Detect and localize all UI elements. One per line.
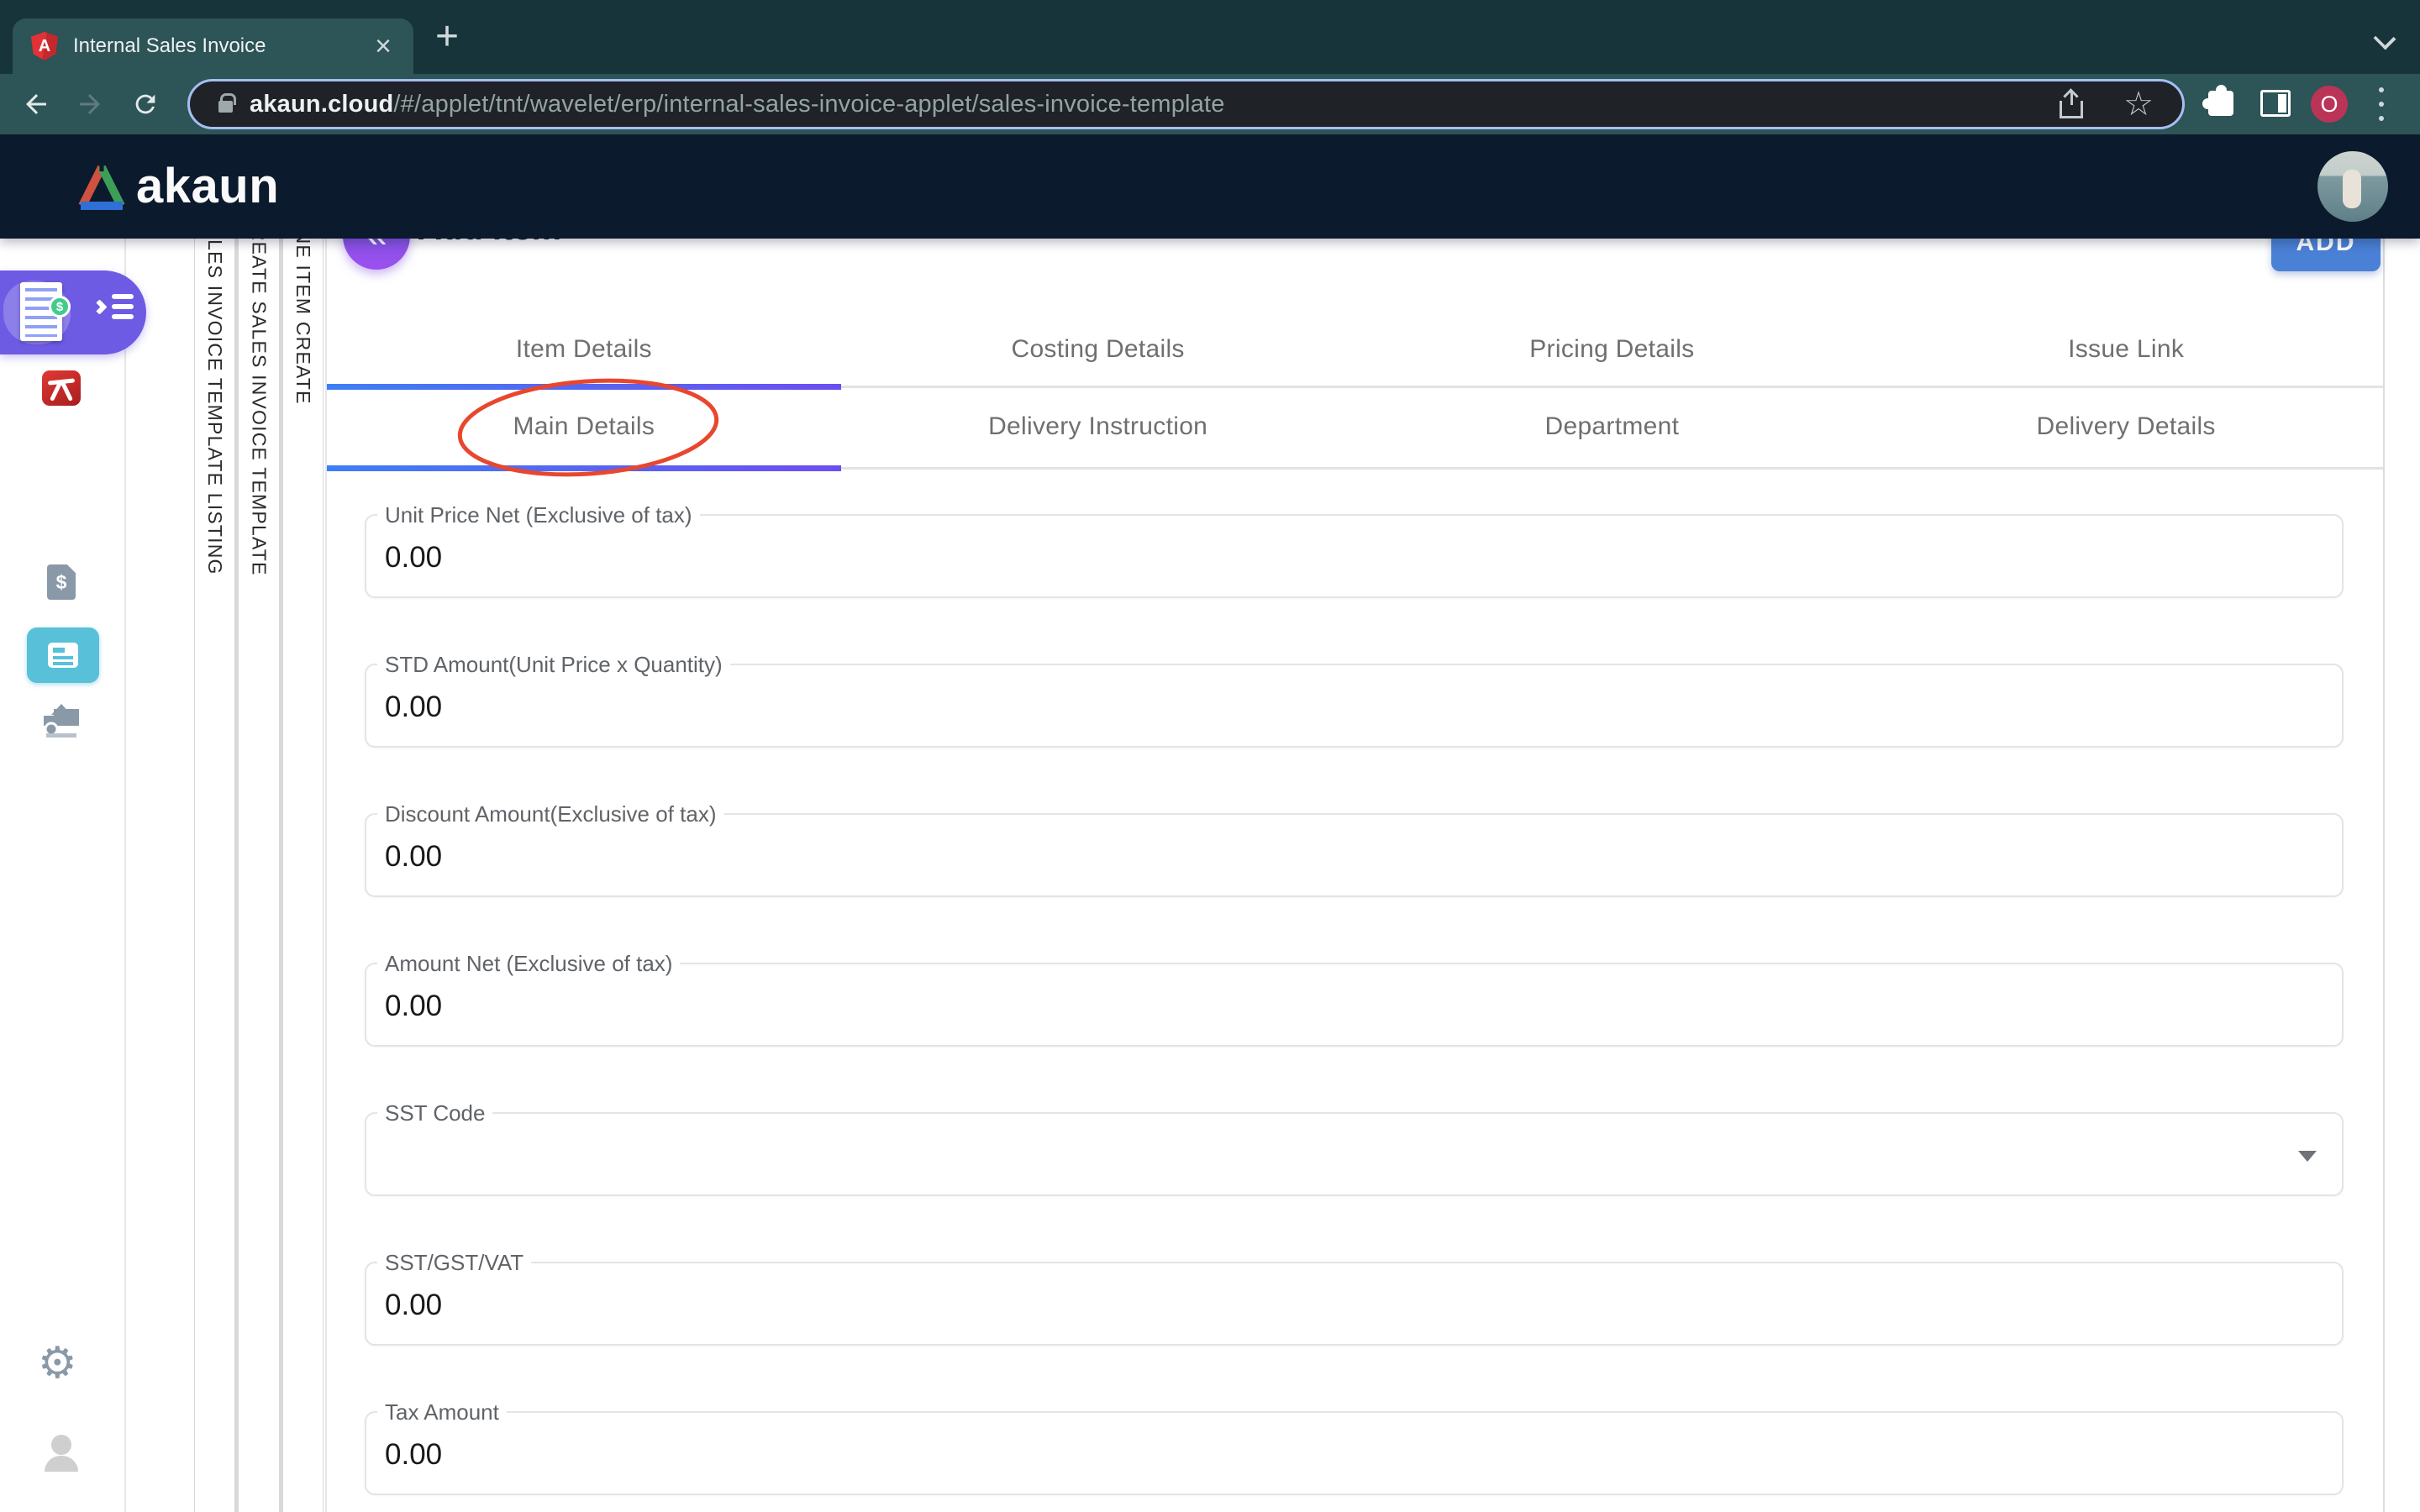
vertical-tab-line-item-create[interactable]: LINE ITEM CREATE (283, 202, 323, 1512)
expand-menu-icon[interactable] (94, 294, 134, 319)
sidebar-item-da-logo-icon[interactable] (42, 370, 81, 406)
form-fields: Unit Price Net (Exclusive of tax) 0.00 S… (365, 514, 2344, 1512)
field-value: 0.00 (385, 840, 442, 874)
field-label: SST/GST/VAT (377, 1250, 531, 1276)
discount-amount-field[interactable]: Discount Amount(Exclusive of tax) 0.00 (365, 813, 2344, 897)
tab-underline-secondary (327, 465, 2383, 472)
sidebar-item-upload-icon[interactable] (45, 704, 78, 743)
app-header: akaun (0, 134, 2420, 239)
tab-close-icon[interactable]: × (371, 32, 395, 60)
browser-tab[interactable]: A Internal Sales Invoice × (13, 18, 413, 74)
field-label: STD Amount(Unit Price x Quantity) (377, 652, 730, 678)
tab-delivery-instruction[interactable]: Delivery Instruction (841, 392, 1355, 461)
vertical-tab-label: CREATE SALES INVOICE TEMPLATE (247, 212, 270, 1512)
tab-delivery-details[interactable]: Delivery Details (1869, 392, 2383, 461)
sst-code-select[interactable]: SST Code (365, 1112, 2344, 1196)
tab-pricing-details[interactable]: Pricing Details (1355, 315, 1870, 384)
browser-menu-icon[interactable] (2378, 87, 2385, 121)
vertical-tab-strip: SALES INVOICE TEMPLATE LISTING CREATE SA… (194, 202, 324, 1512)
field-value: 0.00 (385, 690, 442, 724)
sidebar-item-invoice-document-icon[interactable]: $ (47, 564, 76, 600)
field-value: 0.00 (385, 990, 442, 1023)
url-text[interactable]: akaun.cloud/#/applet/tnt/wavelet/erp/int… (250, 91, 1225, 118)
field-label: SST Code (377, 1100, 492, 1126)
sst-gst-vat-field[interactable]: SST/GST/VAT 0.00 (365, 1262, 2344, 1346)
tab-search-chevron-icon[interactable] (2374, 28, 2396, 50)
user-avatar[interactable] (2317, 151, 2388, 222)
vertical-tab-sales-invoice-template-listing[interactable]: SALES INVOICE TEMPLATE LISTING (195, 202, 234, 1512)
std-amount-field[interactable]: STD Amount(Unit Price x Quantity) 0.00 (365, 664, 2344, 748)
akaun-logo[interactable]: akaun (74, 158, 279, 214)
tab-row-secondary: Main Details Delivery Instruction Depart… (327, 392, 2383, 461)
tab-underline-primary (327, 384, 2383, 391)
back-nav-icon[interactable] (20, 88, 52, 120)
tab-item-details[interactable]: Item Details (327, 315, 841, 384)
brand-name: akaun (136, 158, 279, 214)
field-label: Amount Net (Exclusive of tax) (377, 951, 680, 977)
sidebar-item-profile-icon[interactable] (43, 1435, 80, 1472)
url-path: /#/applet/tnt/wavelet/erp/internal-sales… (393, 91, 1224, 118)
vertical-tab-label: LINE ITEM CREATE (292, 212, 314, 1512)
tax-amount-field[interactable]: Tax Amount 0.00 (365, 1411, 2344, 1495)
url-domain: akaun.cloud (250, 91, 393, 118)
tab-costing-details[interactable]: Costing Details (841, 315, 1355, 384)
angular-favicon: A (31, 32, 58, 60)
browser-chrome: A Internal Sales Invoice × + akaun.cloud… (0, 0, 2420, 134)
chevron-down-icon[interactable] (2298, 1151, 2317, 1162)
field-label: Unit Price Net (Exclusive of tax) (377, 502, 700, 528)
browser-tab-title: Internal Sales Invoice (73, 34, 371, 58)
field-label: Tax Amount (377, 1399, 507, 1425)
share-icon[interactable] (2060, 90, 2083, 118)
line-item-create-panel: « Add Item ADD Item Details Costing Deta… (325, 202, 2385, 1512)
extensions-puzzle-icon[interactable] (2208, 91, 2233, 116)
bookmark-star-icon[interactable]: ☆ (2123, 87, 2154, 121)
side-panel-icon[interactable] (2260, 90, 2291, 117)
amount-net-field[interactable]: Amount Net (Exclusive of tax) 0.00 (365, 963, 2344, 1047)
tab-main-details[interactable]: Main Details (327, 392, 841, 461)
sidebar-item-template-active[interactable] (27, 627, 99, 683)
field-value: 0.00 (385, 541, 442, 575)
vertical-tab-create-sales-invoice-template[interactable]: CREATE SALES INVOICE TEMPLATE (239, 202, 278, 1512)
dollar-glyph: $ (56, 571, 67, 594)
new-tab-button[interactable]: + (435, 17, 459, 57)
forward-nav-icon[interactable] (74, 88, 106, 120)
browser-toolbar: akaun.cloud/#/applet/tnt/wavelet/erp/int… (0, 74, 2420, 134)
screen: $ ⚙ $ SALES INVOICE TEMPLATE LISTING CRE… (0, 0, 2420, 1512)
browser-tab-strip: A Internal Sales Invoice × + (0, 0, 2420, 74)
tab-department[interactable]: Department (1355, 392, 1870, 461)
field-value: 0.00 (385, 1438, 442, 1472)
reload-icon[interactable] (129, 88, 161, 120)
tab-row-primary: Item Details Costing Details Pricing Det… (327, 315, 2383, 384)
lock-icon[interactable] (218, 101, 233, 113)
field-label: Discount Amount(Exclusive of tax) (377, 801, 724, 827)
sidebar-item-settings-gear-icon[interactable]: ⚙ (38, 1341, 77, 1385)
applet-badge-sales-invoice[interactable]: $ (0, 270, 146, 354)
dollar-coin-icon: $ (49, 296, 71, 318)
browser-profile-badge[interactable]: O (2311, 86, 2348, 123)
tab-issue-link[interactable]: Issue Link (1869, 315, 2383, 384)
field-value: 0.00 (385, 1289, 442, 1322)
unit-price-net-field[interactable]: Unit Price Net (Exclusive of tax) 0.00 (365, 514, 2344, 598)
url-bar[interactable]: akaun.cloud/#/applet/tnt/wavelet/erp/int… (187, 79, 2185, 129)
vertical-tab-label: SALES INVOICE TEMPLATE LISTING (203, 212, 226, 1512)
akaun-triangle-icon (74, 161, 129, 212)
article-icon (48, 643, 78, 668)
